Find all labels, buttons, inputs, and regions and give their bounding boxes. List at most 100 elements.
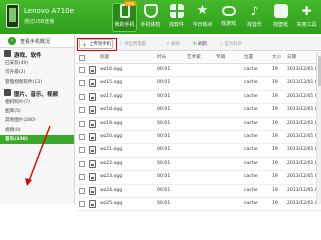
nav-label: 找壁纸 xyxy=(272,22,288,28)
delete-button[interactable]: ✕删除 xyxy=(166,39,180,49)
cell-location: cache xyxy=(244,187,258,193)
table-row[interactable]: wz25.ogg00:01cache192013/12/01 05:43 xyxy=(76,198,321,212)
category-games-software[interactable]: 游戏、软件 xyxy=(0,48,74,59)
category-media[interactable]: 图片、音乐、视频 xyxy=(0,87,74,98)
col-date[interactable]: 日期 xyxy=(287,52,296,64)
table-row[interactable]: wz24.ogg00:01cache192013/12/01 05:43 xyxy=(76,185,321,198)
cell-duration: 00:01 xyxy=(157,147,171,153)
cell-location: cache xyxy=(244,160,258,166)
nav-find-music[interactable]: ♪ 找音乐 xyxy=(242,3,267,32)
nav-tools[interactable]: ✚ 实用工具 xyxy=(294,3,319,32)
sidebar-item-other-images[interactable]: 其他图片(280) xyxy=(0,116,74,125)
tools-icon: ✚ xyxy=(301,4,312,18)
col-album[interactable]: 专辑 xyxy=(216,52,225,64)
table-row[interactable]: wz20.ogg00:01cache192013/12/01 05:43 xyxy=(76,131,321,145)
table-row[interactable]: wz15.ogg00:01cache192013/12/01 05:43 xyxy=(76,77,321,91)
col-artist[interactable]: 艺术家 xyxy=(187,52,201,64)
nav-today-hot[interactable]: ★ 今日热点 xyxy=(190,3,215,32)
cell-duration: 00:01 xyxy=(157,160,171,166)
cell-size: 19 xyxy=(272,200,278,206)
cell-location: cache xyxy=(244,80,258,86)
row-checkbox[interactable] xyxy=(79,120,85,127)
table-row[interactable]: wz22.ogg00:01cache192013/12/01 05:43 xyxy=(76,158,321,172)
phone-icon xyxy=(119,4,130,18)
sidebar-item-gallery[interactable]: 图库(5) xyxy=(0,107,74,116)
row-checkbox[interactable] xyxy=(79,160,85,167)
cell-location: cache xyxy=(244,133,258,139)
cell-location: cache xyxy=(244,107,258,113)
nav-find-software[interactable]: 找软件 xyxy=(164,3,189,32)
audio-file-icon xyxy=(89,132,96,141)
back-arrow-icon[interactable]: ‹ xyxy=(8,37,16,45)
category-label: 游戏、软件 xyxy=(14,53,42,59)
nav-find-games[interactable]: 找游戏 xyxy=(216,3,241,32)
cell-title: wz22.ogg xyxy=(100,160,123,166)
cell-size: 19 xyxy=(272,93,278,99)
cell-size: 19 xyxy=(272,107,278,113)
export-to-pc-button[interactable]: ⇪导出到电脑 xyxy=(119,39,146,49)
row-checkbox[interactable] xyxy=(79,93,85,100)
apps-grid-icon xyxy=(169,4,184,18)
row-checkbox[interactable] xyxy=(79,147,85,154)
table-row[interactable]: wz18.ogg00:01cache192013/12/01 05:43 xyxy=(76,104,321,118)
scrollbar[interactable] xyxy=(316,52,321,204)
cell-size: 19 xyxy=(272,67,278,72)
cell-duration: 00:01 xyxy=(157,67,171,72)
row-checkbox[interactable] xyxy=(79,80,85,87)
sidebar-item-video-apps[interactable]: 管理视频软件(13) xyxy=(0,78,74,87)
sidebar-item-upgradable[interactable]: 可升级(2) xyxy=(0,68,74,77)
cell-title: wz21.ogg xyxy=(100,147,123,153)
sidebar-back-row[interactable]: ‹ 查看手机概况 xyxy=(0,34,74,48)
cell-duration: 00:01 xyxy=(157,120,171,126)
nav-label: 实用工具 xyxy=(296,22,317,28)
cell-duration: 00:01 xyxy=(157,200,171,206)
row-checkbox[interactable] xyxy=(79,187,85,194)
sidebar-item-installed[interactable]: 已安装(49) xyxy=(0,59,74,68)
row-checkbox[interactable] xyxy=(79,107,85,114)
table-row[interactable]: wz17.ogg00:01cache192013/12/01 05:43 xyxy=(76,91,321,105)
audio-file-icon xyxy=(89,173,96,182)
audio-file-icon xyxy=(89,79,96,88)
shield-icon xyxy=(143,4,158,18)
table-row[interactable]: wz16.ogg00:01cache192013/12/01 05:43 xyxy=(76,64,321,78)
nav-find-wallpaper[interactable]: 找壁纸 xyxy=(268,3,293,32)
cell-title: wz18.ogg xyxy=(100,107,123,113)
cell-size: 19 xyxy=(272,187,278,193)
cell-size: 19 xyxy=(272,160,278,166)
row-checkbox[interactable] xyxy=(79,67,85,73)
nav-label: 手机体检 xyxy=(140,22,161,28)
col-size[interactable]: 大小 xyxy=(272,52,281,64)
sidebar-item-camera-photos[interactable]: 相机照片(7) xyxy=(0,98,74,107)
set-ringtone-button[interactable]: ♫设为铃声 xyxy=(219,39,242,49)
audio-file-icon xyxy=(89,199,96,208)
cell-size: 19 xyxy=(272,120,278,126)
row-checkbox[interactable] xyxy=(79,174,85,181)
cell-title: wz15.ogg xyxy=(100,80,123,86)
row-checkbox[interactable] xyxy=(79,200,85,207)
refresh-button[interactable]: ↻刷新 xyxy=(193,39,207,49)
row-checkbox[interactable] xyxy=(79,133,85,140)
nav-label: 找游戏 xyxy=(220,21,236,27)
select-all-checkbox[interactable] xyxy=(79,55,85,61)
table-row[interactable]: wz21.ogg00:01cache192013/12/01 05:43 xyxy=(76,144,321,158)
cell-duration: 00:01 xyxy=(157,133,171,139)
col-title[interactable]: 标题 xyxy=(100,52,109,64)
sidebar-item-video[interactable]: 视频(0) xyxy=(0,126,74,135)
sidebar-item-music[interactable]: 音乐(330) xyxy=(0,135,74,145)
gamepad-icon xyxy=(221,6,236,16)
audio-file-icon xyxy=(89,146,96,155)
cell-location: cache xyxy=(244,200,258,206)
category-label: 图片、音乐、视频 xyxy=(14,91,59,98)
nav-phone-checkup[interactable]: 手机体检 xyxy=(138,3,163,32)
table-row[interactable]: wz23.ogg00:01cache192013/12/01 05:43 xyxy=(76,171,321,185)
col-location[interactable]: 位置 xyxy=(244,52,253,64)
table-row[interactable]: wz19.ogg00:01cache192013/12/01 05:43 xyxy=(76,118,321,131)
cell-location: cache xyxy=(244,67,258,72)
cell-duration: 00:01 xyxy=(157,93,171,99)
audio-file-icon xyxy=(89,66,96,74)
cell-location: cache xyxy=(244,147,258,153)
nav-my-phone[interactable]: 我的手机 xyxy=(112,3,137,32)
col-duration[interactable]: 时长 xyxy=(157,52,166,64)
music-table: 标题 时长 艺术家 专辑 位置 大小 日期 wz16.ogg 00:01 cache… xyxy=(76,52,321,212)
media-category-icon xyxy=(4,88,11,96)
